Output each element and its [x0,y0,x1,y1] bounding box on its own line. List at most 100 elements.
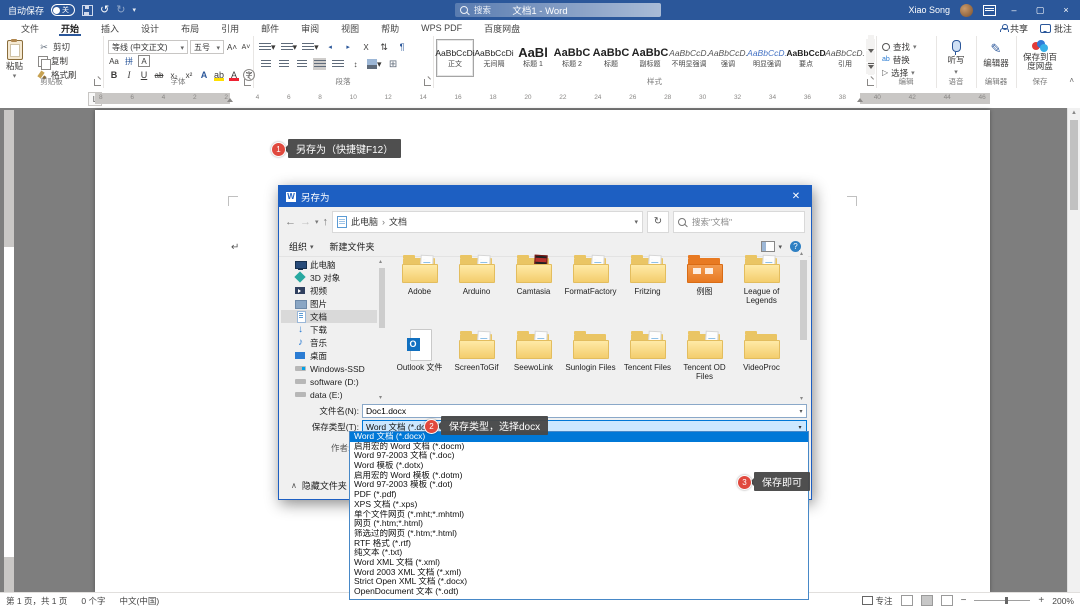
folder-item[interactable]: Tencent OD Files [676,326,733,402]
style-chip[interactable]: AaBl 标题 1 [514,39,552,77]
savetype-option[interactable]: OpenDocument 文本 (*.odt) [350,587,808,597]
hide-folders-button[interactable]: 隐藏文件夹 [291,479,347,492]
close-button[interactable]: × [1058,5,1074,15]
savetype-option[interactable]: 筛选过的网页 (*.htm;*.html) [350,529,808,539]
align-right-icon[interactable] [295,58,308,70]
style-chip[interactable]: AaBbCcDi 正文 [435,39,475,77]
style-chip[interactable]: AaBbC 标题 [592,39,630,77]
filename-input[interactable] [362,404,807,418]
ribbon-tab[interactable]: WPS PDF [410,20,473,36]
folder-item[interactable]: Camtasia [505,250,562,326]
document-scrollbar[interactable]: ▲ [1067,108,1080,592]
dictate-button[interactable]: 听写 ▾ [936,40,976,76]
align-left-icon[interactable] [259,58,272,70]
collapse-ribbon-icon[interactable]: ˄ [1069,76,1074,85]
savetype-option[interactable]: Word 文档 (*.docx) [350,432,808,442]
style-chip[interactable]: AaBbCcD. 不明显强调 [669,39,709,77]
search-input[interactable] [472,4,656,16]
align-center-icon[interactable] [277,58,290,70]
folder-item[interactable]: League of Legends [733,250,790,326]
print-layout-button[interactable] [920,595,933,606]
distribute-icon[interactable] [331,58,344,70]
minimize-button[interactable]: – [1006,5,1022,15]
vertical-ruler[interactable] [4,110,14,592]
sidebar-item[interactable]: data (E:) [281,388,377,401]
ribbon-tab[interactable]: 插入 [90,20,130,36]
address-dropdown-icon[interactable]: ▾ [634,218,638,226]
folder-item[interactable]: Sunlogin Files [562,326,619,402]
folder-item[interactable]: Arduino [448,250,505,326]
style-chip[interactable]: AaBbC 副标题 [631,39,669,77]
ribbon-tab[interactable]: 开始 [50,20,90,36]
decrease-indent-icon[interactable] [324,41,337,53]
copy-button[interactable]: 复制 [38,55,77,70]
shrink-font-icon[interactable] [240,41,252,53]
ribbon-tab[interactable]: 设计 [130,20,170,36]
increase-indent-icon[interactable] [342,41,355,53]
tell-me-search[interactable] [455,3,661,17]
sidebar-item[interactable]: software (D:) [281,375,377,388]
sidebar-item[interactable]: 3D 对象 [281,271,377,284]
page-indicator[interactable]: 第 1 页，共 1 页 [6,595,67,607]
save-icon[interactable] [82,4,94,16]
ribbon-tab[interactable]: 文件 [10,20,50,36]
folder-item[interactable]: 例图 [676,250,733,326]
replace-button[interactable]: ab 替换 [882,53,917,66]
font-dialog-launcher-icon[interactable] [244,79,251,86]
style-chip[interactable]: AaBbCcD 要点 [786,39,826,77]
zoom-in-icon[interactable]: + [1038,595,1044,606]
phonetic-guide-icon[interactable] [123,55,135,67]
back-icon[interactable]: ← [285,216,296,228]
sidebar-item[interactable]: 桌面 [281,349,377,362]
user-name[interactable]: Xiao Song [908,5,950,15]
grow-font-icon[interactable] [226,41,238,53]
style-chip[interactable]: AaBbCcD. 明显强调 [747,39,787,77]
cut-button[interactable]: 剪切 [38,41,77,53]
savetype-option[interactable]: Word 模板 (*.dotx) [350,461,808,471]
undo-icon[interactable]: ↺ [100,4,109,16]
savetype-option[interactable]: Word 2003 XML 文档 (*.xml) [350,568,808,578]
horizontal-ruler[interactable]: 8 6 4 2 2 4 6 8 10 12 14 16 18 20 22 24 26 28 30 32 34 36 38 40… [95,93,990,104]
savetype-option[interactable]: Word XML 文档 (*.xml) [350,558,808,568]
dialog-search-box[interactable] [673,210,805,233]
folder-item[interactable]: VideoProc [733,326,790,402]
breadcrumb-current[interactable]: 文档 [389,215,407,228]
sidebar-item[interactable]: 音乐 [281,336,377,349]
sidebar-item[interactable]: 视频 [281,284,377,297]
scroll-thumb[interactable] [1070,120,1078,210]
zoom-slider-thumb[interactable] [1005,597,1009,604]
folder-item[interactable]: FormatFactory [562,250,619,326]
savetype-option[interactable]: PDF (*.pdf) [350,490,808,500]
savetype-option[interactable]: Word 97-2003 文档 (*.doc) [350,451,808,461]
organize-button[interactable]: 组织 [289,240,314,253]
font-name-combo[interactable]: 等线 (中文正文) [108,40,188,54]
savetype-option[interactable]: XPS 文档 (*.xps) [350,500,808,510]
find-button[interactable]: 查找 ▾ [882,40,917,53]
redo-icon[interactable]: ↻ [116,4,125,16]
address-bar[interactable]: 此电脑 文档 ▾ [332,210,643,233]
indent-marker-right[interactable] [857,95,863,102]
customize-qat-icon[interactable]: ▾ [132,6,136,14]
share-button[interactable]: 共享 [999,22,1028,35]
savetype-option[interactable]: 单个文件网页 (*.mht;*.mhtml) [350,510,808,520]
line-spacing-icon[interactable] [349,58,362,70]
folder-item[interactable]: Adobe [391,250,448,326]
bullets-icon[interactable]: ▾ [259,41,276,53]
savetype-option[interactable]: 启用宏的 Word 文档 (*.docm) [350,442,808,452]
style-chip[interactable]: AaBbC 标题 2 [553,39,591,77]
savetype-option[interactable]: 网页 (*.htm;*.html) [350,519,808,529]
new-folder-button[interactable]: 新建文件夹 [330,240,375,253]
folder-item[interactable]: ScreenToGif [448,326,505,402]
folder-item[interactable]: Fritzing [619,250,676,326]
dialog-title-bar[interactable]: W 另存为 ✕ [279,186,811,207]
maximize-button[interactable]: ▢ [1032,5,1048,16]
font-size-combo[interactable]: 五号 [190,40,224,54]
paste-button[interactable]: 粘贴 ▾ [6,39,23,80]
sort-icon[interactable] [378,41,391,53]
scroll-up-icon[interactable]: ▲ [1068,110,1080,116]
style-chip[interactable]: AaBbCcD. 引用 [825,39,865,77]
forward-icon[interactable]: → [300,216,311,228]
zoom-slider[interactable] [974,597,1031,604]
folder-item[interactable]: SeewoLink [505,326,562,402]
ribbon-tab[interactable]: 帮助 [370,20,410,36]
